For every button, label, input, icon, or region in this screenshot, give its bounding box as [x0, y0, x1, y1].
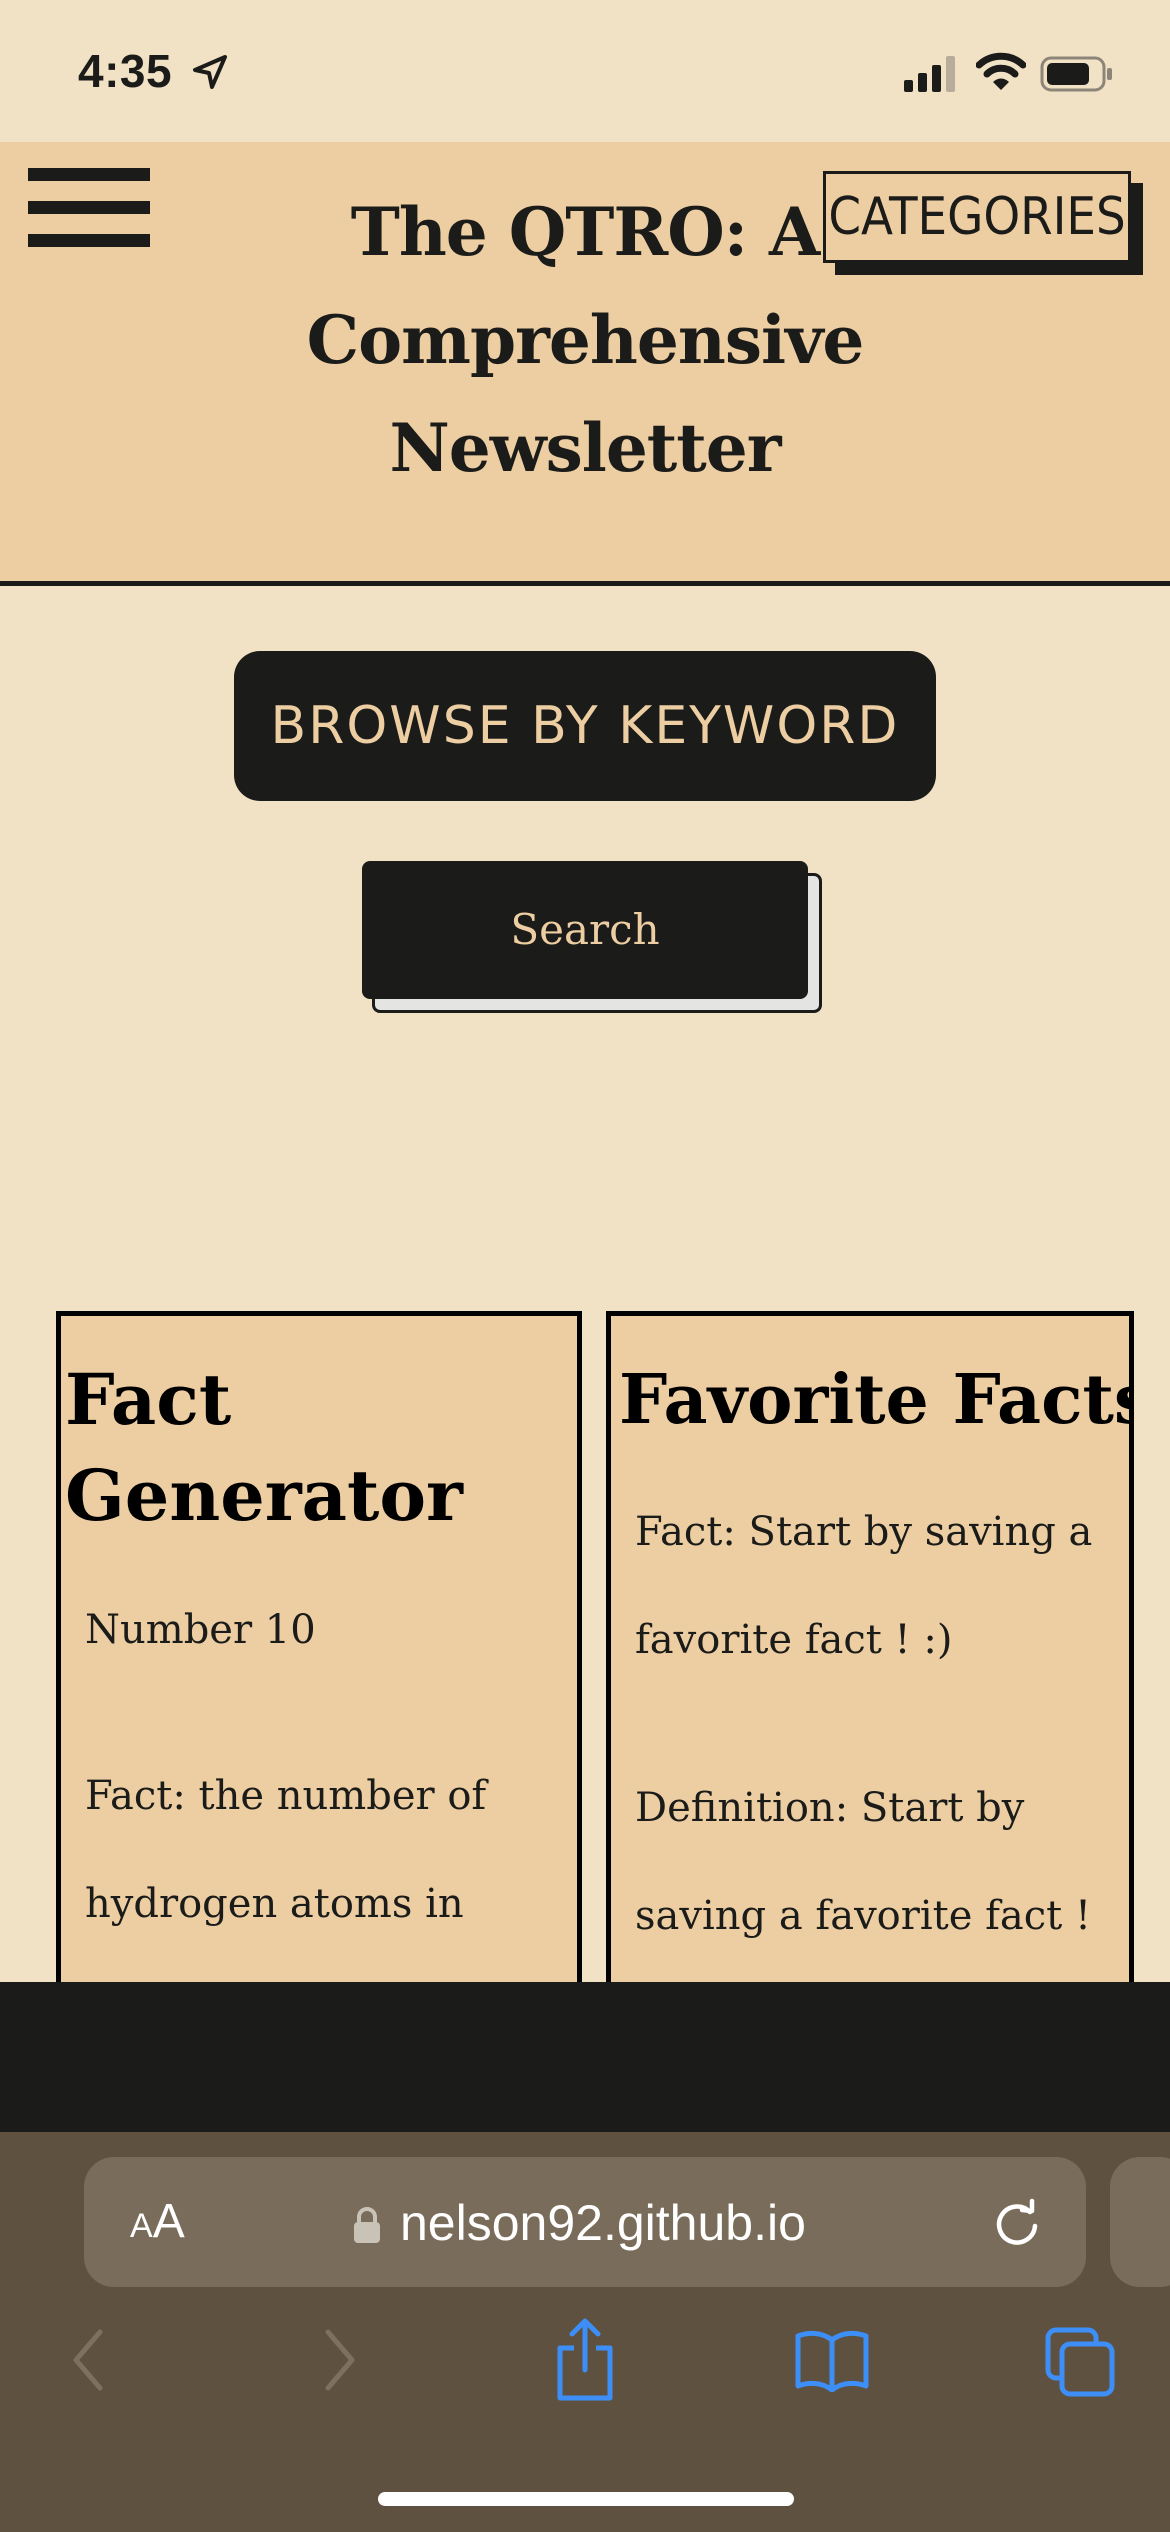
fact-text-line-2: hydrogen atoms in: [85, 1881, 464, 1927]
site-title: The QTRO: A Comprehensive Newsletter: [300, 178, 870, 502]
url-text[interactable]: nelson92.github.io: [400, 2188, 806, 2258]
tabs-icon[interactable]: [1044, 2326, 1116, 2398]
categories-button[interactable]: CATEGORIES: [823, 171, 1131, 263]
location-arrow-icon: [193, 55, 227, 89]
forward-icon[interactable]: [318, 2324, 362, 2396]
favorite-facts-card: Favorite Facts Fact: Start by saving a f…: [606, 1311, 1134, 1991]
text-size-button[interactable]: AA: [130, 2190, 185, 2258]
site-title-line-2: Comprehensive: [306, 301, 865, 379]
fact-generator-card: Fact Generator Number 10 Fact: the numbe…: [56, 1311, 582, 1991]
text-size-small-glyph: A: [130, 2207, 153, 2245]
favorite-fact-line-2: favorite fact ! :): [635, 1617, 953, 1663]
page-footer: [0, 1982, 1170, 2132]
fact-generator-title-line-1: Fact: [65, 1358, 232, 1441]
site-title-line-1: The QTRO: A: [350, 193, 821, 271]
reload-icon[interactable]: [992, 2198, 1042, 2248]
status-bar: 4:35: [0, 0, 1170, 142]
fact-generator-title-line-2: Generator: [65, 1454, 463, 1537]
wifi-icon: [976, 52, 1026, 90]
browse-by-keyword-button[interactable]: BROWSE BY KEYWORD: [234, 651, 936, 801]
fact-text-line-1: Fact: the number of: [85, 1773, 487, 1819]
fact-generator-title: Fact Generator: [65, 1352, 575, 1544]
cellular-signal-icon: [904, 56, 955, 92]
share-icon[interactable]: [550, 2318, 620, 2402]
home-indicator[interactable]: [378, 2492, 794, 2506]
lock-icon: [354, 2207, 380, 2243]
text-size-large-glyph: A: [152, 2195, 185, 2248]
favorite-definition-line-1: Definition: Start by: [635, 1785, 1025, 1831]
bookmarks-icon[interactable]: [794, 2328, 870, 2392]
next-tab-address-bar[interactable]: [1110, 2157, 1170, 2287]
fact-number: Number 10: [85, 1607, 316, 1653]
hamburger-menu-icon[interactable]: [28, 168, 150, 248]
favorite-fact-line-1: Fact: Start by saving a: [635, 1509, 1093, 1555]
favorite-definition-line-2: saving a favorite fact !: [635, 1893, 1092, 1939]
search-button[interactable]: Search: [362, 861, 808, 999]
back-icon[interactable]: [66, 2324, 110, 2396]
status-time: 4:35: [78, 45, 173, 97]
site-title-line-3: Newsletter: [389, 409, 781, 487]
favorite-facts-title: Favorite Facts: [619, 1360, 1134, 1440]
battery-icon: [1040, 56, 1112, 92]
